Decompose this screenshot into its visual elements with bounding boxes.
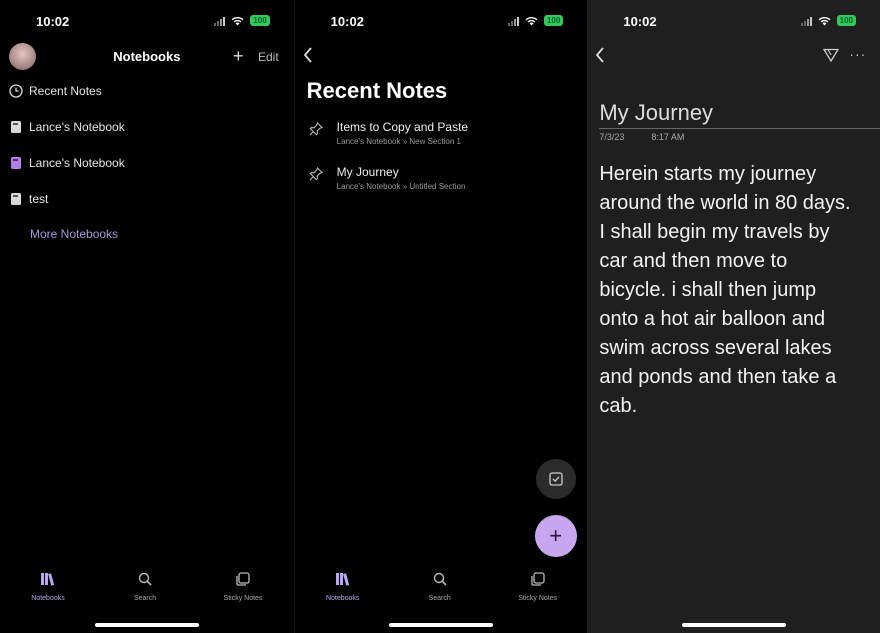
pen-icon — [823, 48, 840, 63]
pin-icon[interactable] — [309, 167, 323, 191]
search-icon — [433, 572, 447, 586]
note-meta: 7/3/23 8:17 AM — [599, 132, 684, 142]
tab-label: Sticky Notes — [223, 595, 263, 602]
nav-item-label: Recent Notes — [29, 83, 102, 98]
status-bar: 10:02 100 — [295, 0, 588, 42]
plus-icon: + — [549, 523, 563, 548]
status-icons: 100 — [800, 15, 857, 26]
more-options-button[interactable]: ··· — [849, 46, 866, 62]
note-path: Lance's Notebook » Untitled Section — [336, 182, 466, 191]
tab-bar: Notebooks Search Sticky Notes — [0, 572, 294, 612]
status-time: 10:02 — [623, 14, 657, 29]
nav-item-notebook[interactable]: test — [8, 191, 48, 206]
status-time: 10:02 — [36, 14, 70, 29]
nav-item-notebook[interactable]: Lance's Notebook — [8, 155, 125, 170]
tab-sticky-notes[interactable]: Sticky Notes — [503, 572, 573, 602]
battery-icon: 100 — [543, 15, 564, 26]
nav-item-label: test — [29, 191, 49, 206]
checkbox-icon — [549, 472, 563, 486]
note-title: My Journey — [336, 165, 399, 179]
cellular-signal-icon — [214, 16, 226, 26]
chevron-left-icon — [303, 47, 312, 63]
status-bar: 10:02 100 — [587, 0, 880, 42]
note-body[interactable]: Herein starts my journey around the worl… — [599, 160, 859, 421]
note-screen: 10:02 100 ··· My Journey 7/3/23 8:17 AM H… — [587, 0, 880, 633]
nav-item-label: Lance's Notebook — [29, 119, 125, 134]
note-title: Items to Copy and Paste — [336, 120, 469, 134]
new-checklist-button[interactable] — [535, 459, 576, 499]
note-title[interactable]: My Journey — [599, 100, 713, 126]
pin-icon[interactable] — [309, 122, 323, 146]
battery-icon: 100 — [836, 15, 857, 26]
cellular-signal-icon — [507, 16, 519, 26]
tab-label: Notebooks — [31, 595, 65, 602]
note-date: 7/3/23 — [599, 132, 625, 142]
wifi-icon — [525, 16, 538, 25]
tab-label: Search — [133, 595, 157, 602]
home-indicator[interactable] — [389, 623, 493, 627]
sticky-notes-icon — [531, 572, 545, 586]
home-indicator[interactable] — [681, 623, 786, 627]
tab-label: Notebooks — [325, 595, 360, 602]
status-icons: 100 — [214, 15, 270, 26]
tab-notebooks[interactable]: Notebooks — [308, 572, 378, 602]
home-indicator[interactable] — [94, 623, 199, 627]
notebook-icon — [8, 191, 23, 206]
tab-label: Sticky Notes — [518, 595, 558, 602]
ellipsis-icon: ··· — [849, 46, 867, 62]
nav-item-recent-notes[interactable]: Recent Notes — [8, 83, 102, 98]
page-title: Recent Notes — [306, 78, 448, 103]
new-note-button[interactable]: + — [534, 515, 577, 557]
status-icons: 100 — [507, 15, 564, 26]
title-divider — [599, 128, 880, 129]
books-icon — [335, 573, 349, 586]
battery-icon: 100 — [250, 15, 270, 26]
tab-bar: Notebooks Search Sticky Notes — [295, 572, 588, 612]
search-icon — [138, 572, 152, 586]
tab-notebooks[interactable]: Notebooks — [13, 572, 83, 602]
pen-tool-button[interactable] — [823, 48, 840, 67]
status-time: 10:02 — [330, 14, 364, 29]
note-time: 8:17 AM — [651, 132, 685, 142]
status-bar: 10:02 100 — [0, 0, 294, 42]
books-icon — [41, 573, 55, 586]
cellular-signal-icon — [800, 16, 812, 26]
clock-icon — [8, 83, 23, 98]
edit-button[interactable]: Edit — [258, 50, 279, 64]
back-button[interactable] — [595, 46, 605, 69]
more-notebooks-link[interactable]: More Notebooks — [30, 227, 118, 241]
chevron-left-icon — [596, 47, 605, 63]
plus-icon: + — [233, 46, 244, 66]
notebook-icon — [8, 119, 23, 134]
tab-search[interactable]: Search — [110, 572, 180, 602]
tab-sticky-notes[interactable]: Sticky Notes — [208, 572, 278, 602]
note-path: Lance's Notebook » New Section 1 — [336, 137, 461, 146]
notebook-icon — [8, 155, 23, 170]
back-button[interactable] — [303, 46, 313, 69]
tab-search[interactable]: Search — [405, 572, 475, 602]
nav-item-label: Lance's Notebook — [29, 155, 125, 170]
sticky-notes-icon — [236, 572, 250, 586]
add-notebook-button[interactable]: + — [233, 46, 244, 67]
page-title: Notebooks — [113, 49, 181, 64]
nav-item-notebook[interactable]: Lance's Notebook — [8, 119, 125, 134]
wifi-icon — [231, 16, 244, 25]
tab-label: Search — [428, 595, 451, 602]
note-item[interactable]: My Journey Lance's Notebook » Untitled S… — [309, 165, 466, 191]
notebooks-screen: 10:02 100 Notebooks + Edit Recent Notes … — [0, 0, 294, 633]
wifi-icon — [818, 16, 831, 25]
note-item[interactable]: Items to Copy and Paste Lance's Notebook… — [309, 120, 468, 146]
recent-notes-screen: 10:02 100 Recent Notes Items to Copy and… — [293, 0, 588, 633]
